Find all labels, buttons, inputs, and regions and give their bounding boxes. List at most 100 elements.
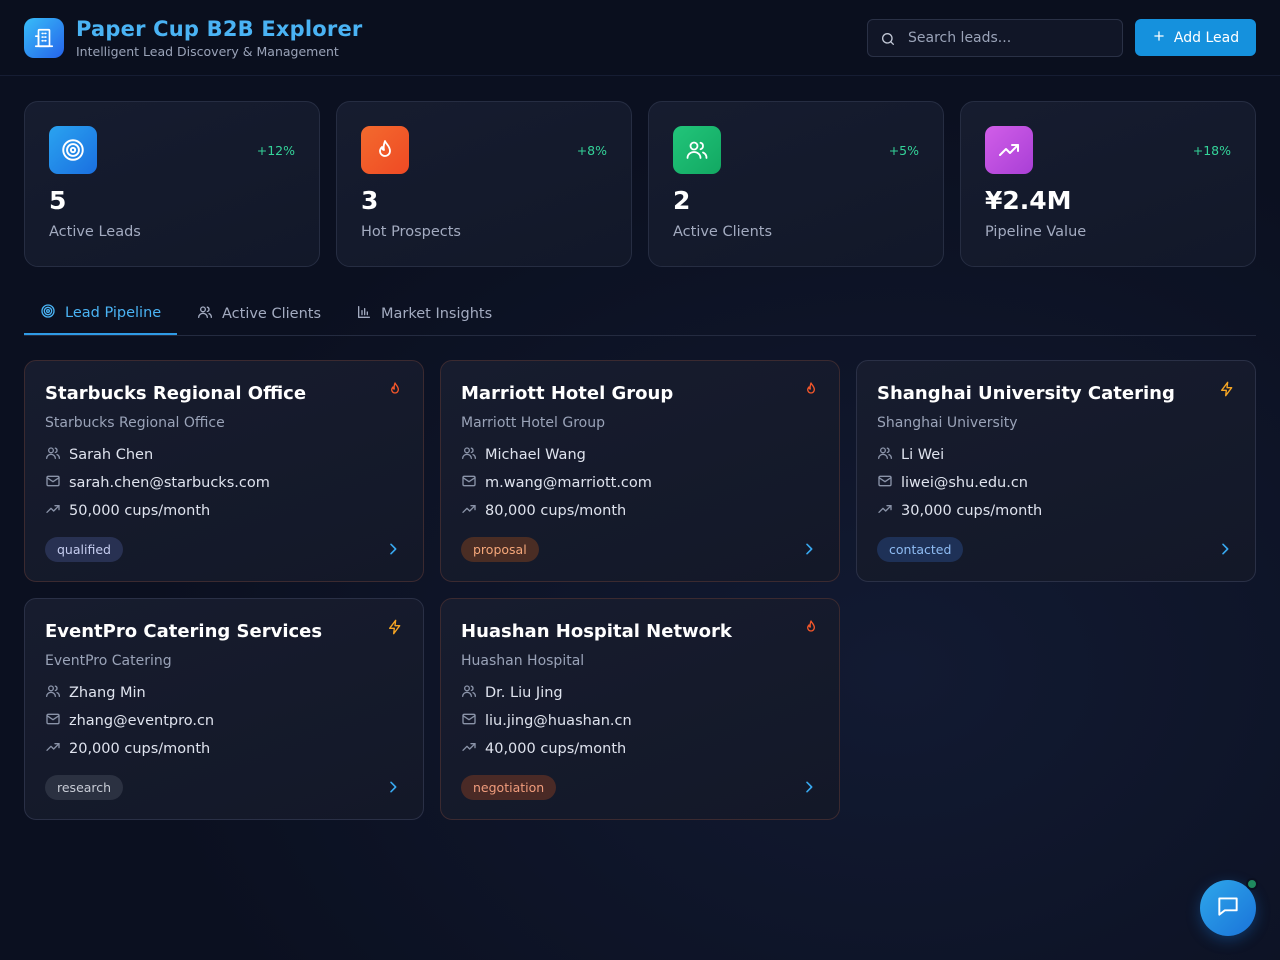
chevron-right-icon[interactable]: [1217, 541, 1233, 561]
lead-email: zhang@eventpro.cn: [45, 711, 214, 731]
tab-market-insights[interactable]: Market Insights: [340, 292, 508, 335]
lead-title: Shanghai University Catering: [877, 383, 1175, 404]
tab-label: Active Clients: [222, 305, 321, 322]
add-lead-button[interactable]: Add Lead: [1135, 19, 1256, 56]
stat-label: Active Leads: [49, 224, 141, 240]
email-text: zhang@eventpro.cn: [69, 713, 215, 729]
user-icon: [45, 445, 61, 465]
stat-value: 3: [361, 186, 379, 215]
building-icon: [24, 18, 64, 58]
user-icon: [461, 683, 477, 703]
stat-card-hot-prospects: +8% 3 Hot Prospects: [336, 101, 632, 267]
tab-lead-pipeline[interactable]: Lead Pipeline: [24, 292, 178, 335]
contact-name: Michael Wang: [485, 447, 586, 463]
lead-volume: 80,000 cups/month: [461, 501, 626, 521]
lead-email: m.wang@marriott.com: [461, 473, 652, 493]
users-icon: [673, 126, 721, 174]
lead-card[interactable]: Marriott Hotel Group Marriott Hotel Grou…: [440, 360, 840, 582]
target-icon: [49, 126, 97, 174]
bar-chart-icon: [356, 304, 372, 324]
status-badge: contacted: [877, 537, 964, 562]
zap-icon: [387, 619, 403, 639]
stat-value: ¥2.4M: [985, 186, 1072, 215]
flame-icon: [803, 381, 819, 401]
plus-icon: [1152, 29, 1166, 47]
lead-card[interactable]: Starbucks Regional Office Starbucks Regi…: [24, 360, 424, 582]
email-text: liu.jing@huashan.cn: [485, 713, 632, 729]
lead-title: Starbucks Regional Office: [45, 383, 307, 404]
lead-company: EventPro Catering: [45, 653, 172, 669]
lead-title: Marriott Hotel Group: [461, 383, 674, 404]
lead-card[interactable]: Shanghai University Catering Shanghai Un…: [856, 360, 1256, 582]
stat-card-pipeline-value: +18% ¥2.4M Pipeline Value: [960, 101, 1256, 267]
chevron-right-icon[interactable]: [385, 779, 401, 799]
lead-company: Marriott Hotel Group: [461, 415, 605, 431]
lead-card[interactable]: EventPro Catering Services EventPro Cate…: [24, 598, 424, 820]
app-subtitle: Intelligent Lead Discovery & Management: [76, 44, 339, 59]
trending-up-icon: [45, 501, 61, 521]
user-icon: [461, 445, 477, 465]
lead-company: Huashan Hospital: [461, 653, 585, 669]
users-icon: [197, 304, 213, 324]
lead-company: Shanghai University: [877, 415, 1018, 431]
lead-contact: Li Wei: [877, 445, 944, 465]
search-box[interactable]: [867, 19, 1123, 57]
mail-icon: [45, 473, 61, 493]
app-header: Paper Cup B2B Explorer Intelligent Lead …: [0, 0, 1280, 76]
chevron-right-icon[interactable]: [801, 541, 817, 561]
contact-name: Zhang Min: [69, 685, 146, 701]
mail-icon: [461, 711, 477, 731]
flame-icon: [387, 381, 403, 401]
chevron-right-icon[interactable]: [385, 541, 401, 561]
stat-delta: +8%: [576, 143, 607, 158]
stat-card-active-clients: +5% 2 Active Clients: [648, 101, 944, 267]
trending-up-icon: [461, 739, 477, 759]
contact-name: Sarah Chen: [69, 447, 154, 463]
add-lead-label: Add Lead: [1173, 29, 1240, 46]
lead-title: Huashan Hospital Network: [461, 621, 732, 642]
lead-contact: Dr. Liu Jing: [461, 683, 563, 703]
trending-up-icon: [877, 501, 893, 521]
contact-name: Li Wei: [901, 447, 945, 463]
target-icon: [40, 303, 56, 323]
lead-volume: 50,000 cups/month: [45, 501, 210, 521]
user-icon: [877, 445, 893, 465]
contact-name: Dr. Liu Jing: [485, 685, 563, 701]
search-input[interactable]: [908, 20, 1113, 56]
chat-icon: [1215, 893, 1241, 923]
mail-icon: [877, 473, 893, 493]
zap-icon: [1219, 381, 1235, 401]
app-title: Paper Cup B2B Explorer: [76, 17, 363, 41]
stat-card-active-leads: +12% 5 Active Leads: [24, 101, 320, 267]
mail-icon: [45, 711, 61, 731]
mail-icon: [461, 473, 477, 493]
lead-contact: Zhang Min: [45, 683, 146, 703]
lead-contact: Michael Wang: [461, 445, 586, 465]
tab-label: Market Insights: [381, 305, 493, 322]
stat-delta: +18%: [1192, 143, 1231, 158]
lead-card[interactable]: Huashan Hospital Network Huashan Hospita…: [440, 598, 840, 820]
trending-up-icon: [461, 501, 477, 521]
lead-company: Starbucks Regional Office: [45, 415, 225, 431]
tab-active-clients[interactable]: Active Clients: [181, 292, 337, 335]
status-badge: negotiation: [461, 775, 557, 800]
stat-delta: +5%: [888, 143, 919, 158]
search-icon: [880, 31, 896, 51]
user-icon: [45, 683, 61, 703]
lead-volume: 40,000 cups/month: [461, 739, 626, 759]
trending-up-icon: [985, 126, 1033, 174]
lead-contact: Sarah Chen: [45, 445, 153, 465]
stat-value: 5: [49, 186, 67, 215]
status-badge: proposal: [461, 537, 539, 562]
email-text: liwei@shu.edu.cn: [901, 475, 1028, 491]
lead-title: EventPro Catering Services: [45, 621, 323, 642]
online-indicator: [1246, 878, 1258, 890]
lead-volume: 20,000 cups/month: [45, 739, 210, 759]
flame-icon: [361, 126, 409, 174]
status-badge: research: [45, 775, 124, 800]
chevron-right-icon[interactable]: [801, 779, 817, 799]
stat-value: 2: [673, 186, 691, 215]
stat-label: Hot Prospects: [361, 224, 461, 240]
lead-email: liu.jing@huashan.cn: [461, 711, 632, 731]
stat-label: Active Clients: [673, 224, 772, 240]
